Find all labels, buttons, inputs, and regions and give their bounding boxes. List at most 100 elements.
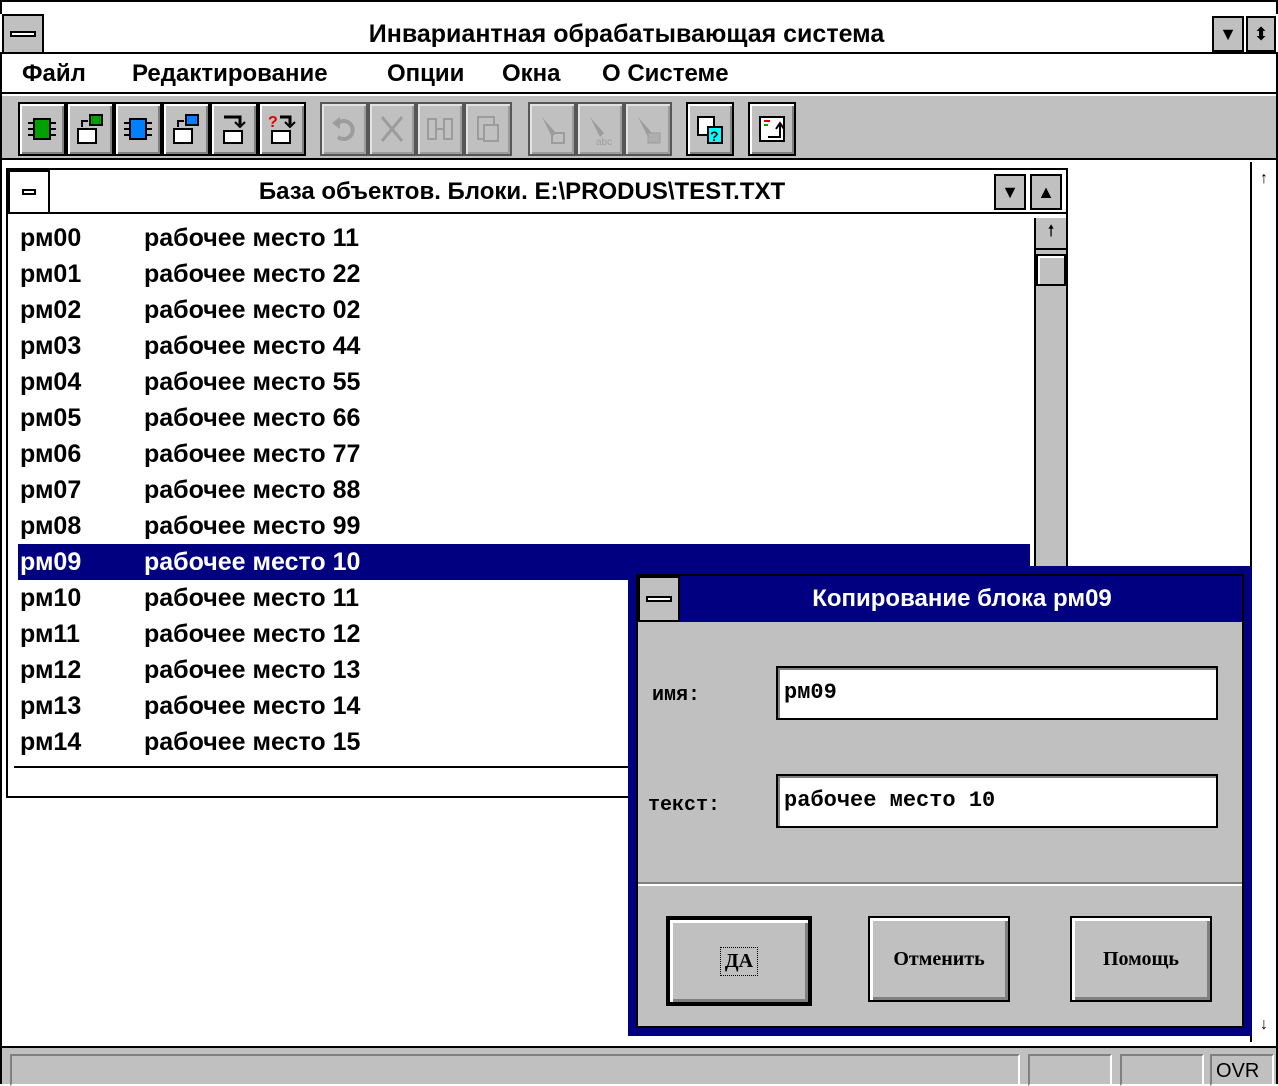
restore-button[interactable]: ⬍: [1246, 16, 1276, 52]
scroll-up-arrow-icon[interactable]: 🠕: [1036, 218, 1066, 250]
text-label: текст:: [648, 794, 721, 817]
svg-text:?: ?: [268, 114, 278, 131]
status-cell-2: [1120, 1054, 1204, 1086]
item-text: рабочее место 14: [144, 692, 361, 720]
list-item[interactable]: рм08 рабочее место 99: [18, 508, 1030, 544]
minimize-button[interactable]: ▼: [1212, 16, 1244, 52]
menu-edit[interactable]: Редактирование: [132, 56, 328, 92]
refresh-button[interactable]: [748, 102, 796, 156]
dialog-title: Копирование блока рм09: [812, 585, 1112, 612]
list-item[interactable]: рм06 рабочее место 77: [18, 436, 1030, 472]
status-ovr: OVR: [1210, 1054, 1274, 1086]
insert-button[interactable]: [210, 102, 258, 156]
list-item[interactable]: рм07 рабочее место 88: [18, 472, 1030, 508]
cut-icon: [380, 116, 404, 142]
insert-icon: [223, 115, 246, 144]
menu-file[interactable]: Файл: [22, 56, 86, 92]
text-input[interactable]: рабочее место 10: [776, 774, 1218, 828]
item-code: рм14: [20, 728, 82, 756]
item-text: рабочее место 11: [144, 584, 360, 612]
document-title: База объектов. Блоки. E:\PRODUS\TEST.TXT: [258, 178, 786, 205]
pen-grid-button[interactable]: [624, 102, 672, 156]
copy-blue-button[interactable]: [162, 102, 210, 156]
help-dialog-button[interactable]: Помощь: [1070, 916, 1212, 1002]
status-cell-1: [1028, 1054, 1112, 1086]
pen-abc-button[interactable]: abc: [576, 102, 624, 156]
item-text: рабочее место 15: [144, 728, 361, 756]
menu-options[interactable]: Опции: [387, 56, 464, 92]
scroll-up-arrow-icon[interactable]: ↑: [1252, 162, 1276, 196]
pen-abc-icon: abc: [590, 117, 612, 147]
system-menu-icon[interactable]: [2, 14, 44, 54]
list-item[interactable]: рм02 рабочее место 02: [18, 292, 1030, 328]
dialog-system-menu-icon[interactable]: [638, 576, 680, 622]
copy-green-button[interactable]: [66, 102, 114, 156]
insert-query-icon: ?: [268, 114, 296, 144]
triangle-down-icon: ▼: [1001, 181, 1019, 202]
item-text: рабочее место 88: [144, 476, 361, 504]
svg-text:?: ?: [710, 128, 719, 144]
paste-button[interactable]: [464, 102, 512, 156]
item-code: рм05: [20, 404, 82, 432]
copy-blue-icon: [173, 114, 199, 144]
split-button[interactable]: [416, 102, 464, 156]
item-code: рм07: [20, 476, 82, 504]
status-bar: OVR: [2, 1046, 1276, 1086]
ok-button-label: ДА: [719, 946, 759, 976]
dialog-body: Копирование блока рм09 имя: рм09 текст: …: [636, 574, 1244, 1028]
dialog-separator: [638, 882, 1242, 886]
restore-arrows-icon: ⬍: [1253, 23, 1269, 44]
copy-block-dialog: Копирование блока рм09 имя: рм09 текст: …: [628, 566, 1252, 1036]
menu-about[interactable]: О Системе: [602, 56, 729, 92]
ok-button[interactable]: ДА: [666, 916, 812, 1006]
item-text: рабочее место 12: [144, 620, 361, 648]
item-code: рм03: [20, 332, 82, 360]
help-button-label: Помощь: [1103, 947, 1179, 970]
copy-green-icon: [77, 114, 103, 144]
list-item[interactable]: рм03 рабочее место 44: [18, 328, 1030, 364]
block-green-icon: [28, 118, 56, 140]
list-item[interactable]: рм05 рабочее место 66: [18, 400, 1030, 436]
item-code: рм00: [20, 224, 82, 252]
pen-button[interactable]: [528, 102, 576, 156]
item-code: рм12: [20, 656, 82, 684]
item-code: рм09: [20, 548, 82, 576]
item-code: рм10: [20, 584, 82, 612]
item-code: рм11: [20, 620, 80, 648]
item-code: рм01: [20, 260, 82, 288]
item-code: рм13: [20, 692, 82, 720]
item-text: рабочее место 13: [144, 656, 361, 684]
help-button[interactable]: ?: [686, 102, 734, 156]
list-item[interactable]: рм04 рабочее место 55: [18, 364, 1030, 400]
insert-query-button[interactable]: ?: [258, 102, 306, 156]
item-code: рм08: [20, 512, 82, 540]
app-vertical-scrollbar[interactable]: ↑ ↓: [1250, 162, 1276, 1042]
status-message: [10, 1054, 1020, 1086]
item-text: рабочее место 55: [144, 368, 361, 396]
cut-button[interactable]: [368, 102, 416, 156]
scroll-down-arrow-icon[interactable]: ↓: [1252, 1008, 1276, 1042]
block-blue-icon: [124, 118, 152, 140]
name-input[interactable]: рм09: [776, 666, 1218, 720]
item-text: рабочее место 22: [144, 260, 361, 288]
block-blue-button[interactable]: [114, 102, 162, 156]
menu-windows[interactable]: Окна: [502, 56, 561, 92]
undo-icon: [332, 117, 355, 141]
undo-button[interactable]: [320, 102, 368, 156]
paste-icon: [477, 116, 499, 142]
refresh-icon: [759, 116, 785, 142]
doc-system-menu-icon[interactable]: [8, 170, 50, 214]
pen-grid-icon: [638, 117, 661, 144]
item-text: рабочее место 44: [144, 332, 361, 360]
doc-minimize-button[interactable]: ▼: [994, 174, 1026, 210]
block-green-button[interactable]: [18, 102, 66, 156]
doc-maximize-button[interactable]: ▲: [1030, 174, 1062, 210]
cancel-button[interactable]: Отменить: [868, 916, 1010, 1002]
list-item[interactable]: рм00 рабочее место 11: [18, 220, 1030, 256]
list-item[interactable]: рм01 рабочее место 22: [18, 256, 1030, 292]
scroll-thumb[interactable]: [1036, 254, 1066, 286]
item-code: рм04: [20, 368, 82, 396]
item-text: рабочее место 77: [144, 440, 361, 468]
item-text: рабочее место 02: [144, 296, 361, 324]
app-title: Инвариантная обрабатывающая система: [368, 20, 885, 48]
